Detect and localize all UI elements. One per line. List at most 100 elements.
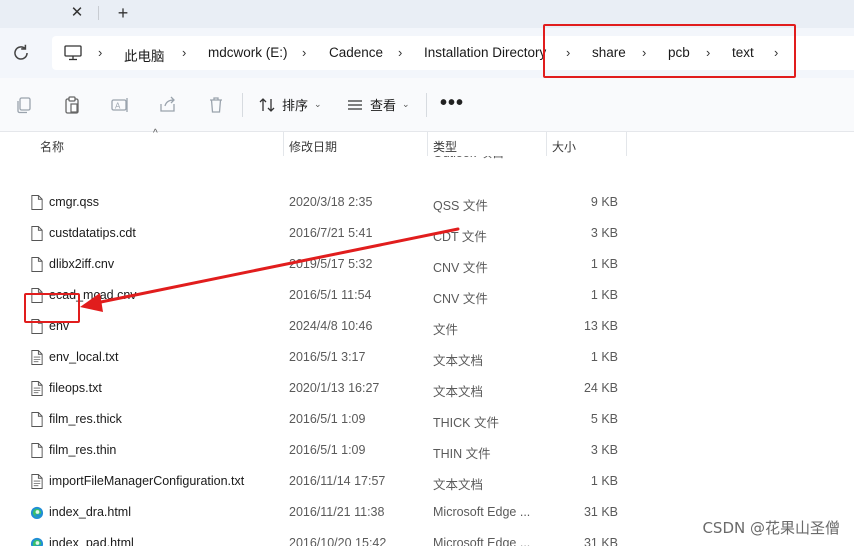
file-list: uptimsg2016/5/1 1:15Outlook 项目200 KBcmgr… [0,148,854,546]
column-size[interactable]: 大小 [552,138,576,155]
edge-icon [30,537,44,546]
crumb-pcb[interactable]: pcb [668,45,690,60]
chevron-right-icon[interactable]: › [98,45,102,60]
file-date-modified: 2016/7/21 5:41 [289,226,373,240]
sort-menu-button[interactable]: 排序 ⌄ [258,95,322,114]
file-size: 1 KB [590,350,618,364]
file-size: 13 KB [583,319,618,333]
file-type: QSS 文件 [433,199,488,213]
close-tab-icon[interactable]: ✕ [68,4,86,22]
column-divider[interactable] [546,132,547,156]
command-bar: A 排序 ⌄ 查看 ⌄ ••• [0,78,854,132]
crumb-share[interactable]: share [592,45,626,60]
new-tab-button[interactable]: + [112,2,134,24]
address-row: › 此电脑 › mdcwork (E:) › Cadence › Install… [0,28,854,78]
file-size: 1 KB [590,257,618,271]
file-row[interactable]: dlibx2iff.cnv 2019/5/17 5:32 CNV 文件 1 KB [22,249,626,280]
chevron-right-icon[interactable]: › [642,45,646,60]
edge-icon [30,506,44,520]
tab-divider [98,6,99,20]
sort-label: 排序 [282,98,309,113]
chevron-down-icon: ⌄ [402,99,410,109]
chevron-right-icon[interactable]: › [706,45,710,60]
file-date-modified: 2020/3/18 2:35 [289,195,373,209]
file-size: 9 KB [590,195,618,209]
generic-file-icon [31,443,43,458]
file-type: THIN 文件 [433,447,491,461]
chevron-right-icon[interactable]: › [774,45,778,60]
more-options-button[interactable]: ••• [440,92,464,115]
file-date-modified: 2019/5/17 5:32 [289,257,373,271]
file-row[interactable]: custdatatips.cdt 2016/7/21 5:41 CDT 文件 3 KB [22,218,626,249]
view-menu-button[interactable]: 查看 ⌄ [346,95,410,114]
copy-icon[interactable] [14,95,34,115]
file-size: 24 KB [583,381,618,395]
file-row[interactable]: film_res.thick 2016/5/1 1:09 THICK 文件 5 KB [22,404,626,435]
file-date-modified: 2016/5/1 3:17 [289,350,366,364]
crumb-mdcwork[interactable]: mdcwork (E:) [208,45,288,60]
column-divider[interactable] [427,132,428,156]
view-icon [348,99,362,110]
file-name: env_local.txt [49,350,119,364]
file-name: custdatatips.cdt [49,226,136,240]
column-name[interactable]: 名称 [40,138,64,155]
share-icon[interactable] [158,95,178,115]
file-type: 文本文档 [433,354,484,368]
file-type: Microsoft Edge ... [433,505,531,519]
sort-ascending-icon: ^ [153,128,158,139]
chevron-down-icon: ⌄ [314,99,322,109]
file-row[interactable]: index_dra.html 2016/11/21 11:38 Microsoft … [22,497,626,528]
file-date-modified: 2020/1/13 16:27 [289,381,380,395]
chevron-right-icon[interactable]: › [182,45,186,60]
address-bar[interactable]: › 此电脑 › mdcwork (E:) › Cadence › Install… [52,36,854,70]
svg-text:A: A [115,102,121,111]
chevron-right-icon[interactable]: › [302,45,306,60]
file-name: index_dra.html [49,505,131,519]
column-date-modified[interactable]: 修改日期 [289,138,337,155]
file-size: 1 KB [590,288,618,302]
file-date-modified: 2016/5/1 11:54 [289,288,372,302]
file-date-modified: 2016/10/20 15:42 [289,536,387,546]
rename-icon[interactable]: A [110,95,130,115]
file-row[interactable]: index_pad.html 2016/10/20 15:42 Microsoft … [22,528,626,546]
toolbar-separator [242,93,243,117]
file-row[interactable]: env_local.txt 2016/5/1 3:17 文本文档 1 KB [22,342,626,373]
file-row[interactable]: film_res.thin 2016/5/1 1:09 THIN 文件 3 KB [22,435,626,466]
watermark: CSDN @花果山圣僧 [702,519,840,537]
file-size: 1 KB [590,474,618,488]
file-row[interactable]: ecad_mcad.cnv 2016/5/1 11:54 CNV 文件 1 KB [22,280,626,311]
column-divider[interactable] [626,132,627,156]
file-size: 31 KB [583,505,618,519]
file-row[interactable]: env 2024/4/8 10:46 文件 13 KB [22,311,626,342]
env-highlight-annotation [24,293,80,323]
file-date-modified: 2016/11/21 11:38 [289,505,385,519]
file-date-modified: 2024/4/8 10:46 [289,319,373,333]
file-type: CNV 文件 [433,261,488,275]
file-row[interactable]: importFileManagerConfiguration.txt 2016/1… [22,466,626,497]
sort-icon [259,97,275,112]
crumb-cadence[interactable]: Cadence [329,45,383,60]
paste-icon[interactable] [62,95,82,115]
file-size: 31 KB [583,536,618,546]
chevron-right-icon[interactable]: › [566,45,570,60]
this-pc-icon [64,45,82,61]
crumb-this-pc[interactable]: 此电脑 [124,45,165,65]
view-label: 查看 [370,98,397,113]
crumb-text[interactable]: text [732,45,754,60]
file-type: CDT 文件 [433,230,487,244]
chevron-right-icon[interactable]: › [398,45,402,60]
delete-icon[interactable] [206,95,226,115]
file-row[interactable]: fileops.txt 2020/1/13 16:27 文本文档 24 KB [22,373,626,404]
refresh-icon[interactable] [10,42,32,64]
file-row[interactable]: cmgr.qss 2020/3/18 2:35 QSS 文件 9 KB [22,187,626,218]
crumb-installation-directory[interactable]: Installation Directory [424,45,546,60]
column-type[interactable]: 类型 [433,138,457,155]
file-date-modified: 2016/5/1 1:09 [289,443,366,457]
file-type: Microsoft Edge ... [433,536,531,546]
file-name: dlibx2iff.cnv [49,257,115,271]
tab-strip: ✕ + [0,0,854,28]
file-name: index_pad.html [49,536,134,546]
file-size: 5 KB [590,412,618,426]
file-size: 3 KB [590,443,618,457]
column-divider[interactable] [283,132,284,156]
